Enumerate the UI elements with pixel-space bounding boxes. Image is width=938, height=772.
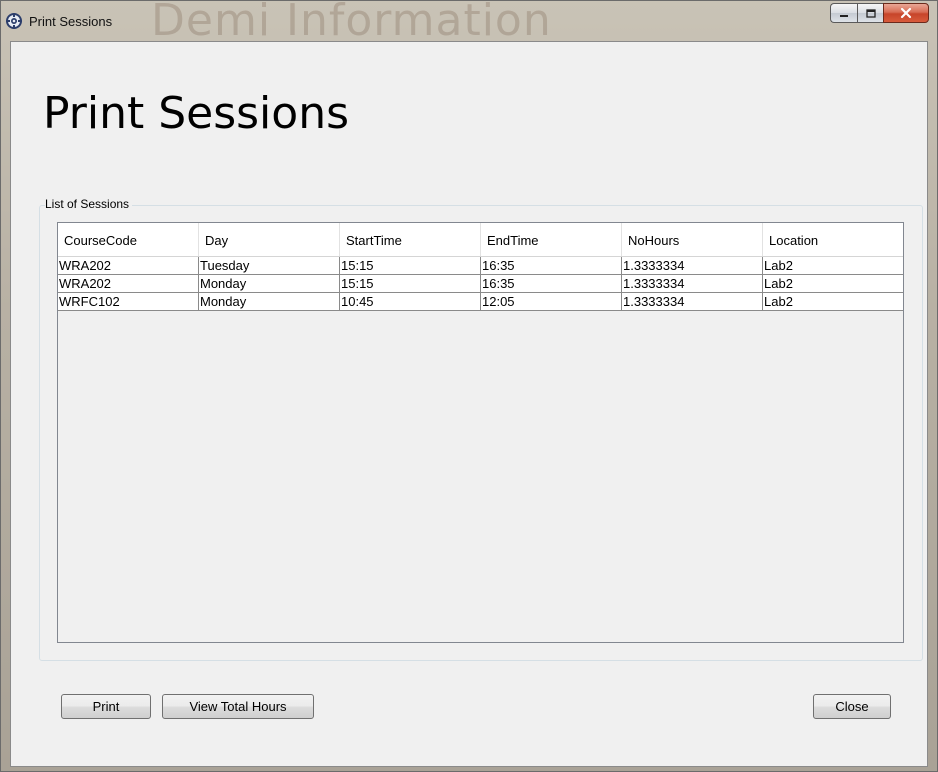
cell-coursecode[interactable]: WRFC102: [58, 293, 199, 310]
table-body: WRA202 Tuesday 15:15 16:35 1.3333334 Lab…: [58, 257, 903, 311]
close-window-button[interactable]: [883, 3, 929, 23]
cell-nohours[interactable]: 1.3333334: [622, 293, 763, 310]
maximize-icon: [865, 4, 876, 23]
table-row[interactable]: WRA202 Tuesday 15:15 16:35 1.3333334 Lab…: [58, 257, 903, 275]
cell-endtime[interactable]: 16:35: [481, 257, 622, 274]
column-header-nohours[interactable]: NoHours: [622, 223, 763, 256]
column-header-starttime[interactable]: StartTime: [340, 223, 481, 256]
view-total-hours-button[interactable]: View Total Hours: [162, 694, 314, 719]
minimize-button[interactable]: [830, 3, 857, 23]
app-gear-icon: [5, 12, 23, 30]
cell-day[interactable]: Monday: [199, 275, 340, 292]
cell-starttime[interactable]: 15:15: [340, 257, 481, 274]
table-row[interactable]: WRA202 Monday 15:15 16:35 1.3333334 Lab2: [58, 275, 903, 293]
maximize-button[interactable]: [857, 3, 883, 23]
print-sessions-window: Demi Information Print Sessions Print Se…: [0, 0, 938, 772]
cell-nohours[interactable]: 1.3333334: [622, 275, 763, 292]
cell-day[interactable]: Monday: [199, 293, 340, 310]
cell-endtime[interactable]: 12:05: [481, 293, 622, 310]
close-icon: [900, 4, 912, 23]
cell-day[interactable]: Tuesday: [199, 257, 340, 274]
cell-location[interactable]: Lab2: [763, 257, 903, 274]
column-header-day[interactable]: Day: [199, 223, 340, 256]
sessions-table[interactable]: CourseCode Day StartTime EndTime NoHours…: [57, 222, 904, 643]
cell-endtime[interactable]: 16:35: [481, 275, 622, 292]
cell-starttime[interactable]: 10:45: [340, 293, 481, 310]
cell-coursecode[interactable]: WRA202: [58, 275, 199, 292]
title-bar[interactable]: Demi Information Print Sessions: [1, 0, 937, 46]
column-header-location[interactable]: Location: [763, 223, 903, 256]
window-controls: [830, 3, 929, 23]
cell-starttime[interactable]: 15:15: [340, 275, 481, 292]
window-title: Print Sessions: [29, 14, 113, 29]
cell-nohours[interactable]: 1.3333334: [622, 257, 763, 274]
column-header-coursecode[interactable]: CourseCode: [58, 223, 199, 256]
page-title: Print Sessions: [43, 88, 350, 139]
table-row[interactable]: WRFC102 Monday 10:45 12:05 1.3333334 Lab…: [58, 293, 903, 311]
cell-location[interactable]: Lab2: [763, 275, 903, 292]
close-button[interactable]: Close: [813, 694, 891, 719]
minimize-icon: [839, 4, 849, 23]
sessions-groupbox-label: List of Sessions: [45, 197, 133, 211]
column-header-endtime[interactable]: EndTime: [481, 223, 622, 256]
cell-coursecode[interactable]: WRA202: [58, 257, 199, 274]
cell-location[interactable]: Lab2: [763, 293, 903, 310]
title-bar-watermark: Demi Information: [151, 0, 552, 46]
print-button[interactable]: Print: [61, 694, 151, 719]
table-header: CourseCode Day StartTime EndTime NoHours…: [58, 223, 903, 257]
